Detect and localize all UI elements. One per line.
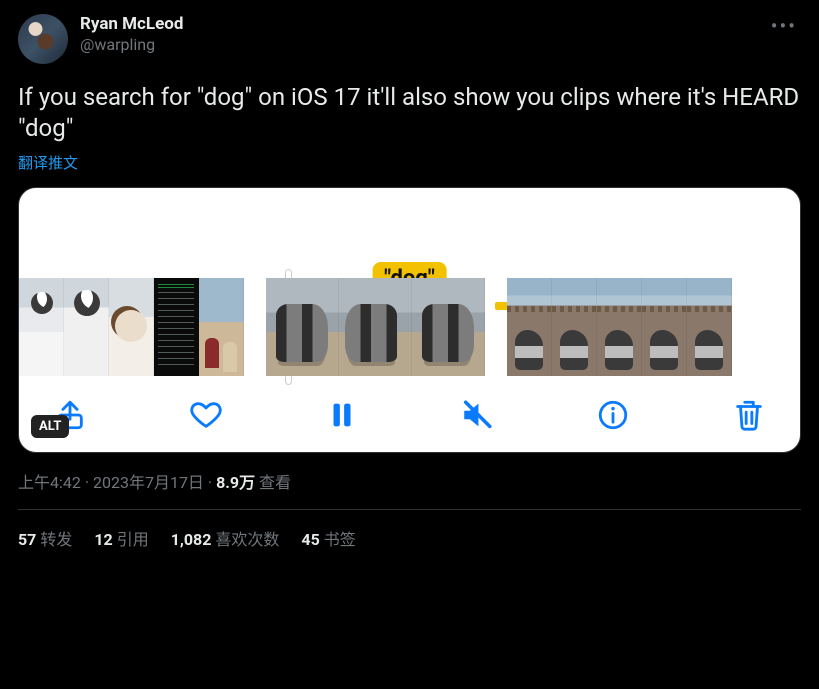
clip-thumbnail[interactable] xyxy=(339,278,412,376)
stat-label: 转发 xyxy=(40,530,72,549)
clip-group-3[interactable] xyxy=(507,278,732,376)
views-count: 8.9万 xyxy=(216,473,255,492)
media-toolbar xyxy=(19,376,800,438)
tweet-stats: 57转发 12 引用 1,082喜欢次数 45 书签 xyxy=(18,510,801,550)
video-timeline[interactable] xyxy=(19,278,800,376)
clip-group-2[interactable] xyxy=(266,278,485,376)
stat-label: 引用 xyxy=(117,530,149,549)
clip-thumbnail[interactable] xyxy=(552,278,597,376)
stat-bookmarks[interactable]: 45 书签 xyxy=(301,526,355,550)
clip-thumbnail[interactable] xyxy=(199,278,244,376)
views-label: 查看 xyxy=(255,473,291,492)
clip-thumbnail[interactable] xyxy=(154,278,199,376)
tweet-meta: 上午4:42 · 2023年7月17日 · 8.9万 查看 xyxy=(18,469,801,510)
clip-thumbnail[interactable] xyxy=(597,278,642,376)
trash-icon[interactable] xyxy=(732,398,766,432)
stat-count: 45 xyxy=(301,530,319,549)
clip-group-1[interactable] xyxy=(19,278,244,376)
clip-thumbnail[interactable] xyxy=(687,278,732,376)
stat-count: 12 xyxy=(94,530,112,549)
clip-thumbnail[interactable] xyxy=(412,278,485,376)
tweet-container: Ryan McLeod @warpling ••• If you search … xyxy=(0,0,819,550)
stat-count: 57 xyxy=(18,530,36,549)
stat-likes[interactable]: 1,082喜欢次数 xyxy=(171,526,280,550)
pause-icon[interactable] xyxy=(325,398,359,432)
meta-date[interactable]: 2023年7月17日 xyxy=(93,473,204,492)
tweet-text: If you search for "dog" on iOS 17 it'll … xyxy=(18,82,801,144)
clip-thumbnail[interactable] xyxy=(64,278,109,376)
author-names[interactable]: Ryan McLeod @warpling xyxy=(80,14,767,54)
clip-thumbnail[interactable] xyxy=(642,278,687,376)
mute-icon[interactable] xyxy=(460,398,494,432)
stat-retweets[interactable]: 57转发 xyxy=(18,526,72,550)
stat-quotes[interactable]: 12 引用 xyxy=(94,526,148,550)
stat-label: 书签 xyxy=(324,530,356,549)
media-card[interactable]: "dog" xyxy=(18,187,801,453)
translate-link[interactable]: 翻译推文 xyxy=(18,152,78,173)
stat-count: 1,082 xyxy=(171,530,212,549)
more-icon[interactable]: ••• xyxy=(767,14,801,38)
meta-sep: · xyxy=(81,473,93,492)
handle: @warpling xyxy=(80,35,767,54)
alt-badge[interactable]: ALT xyxy=(31,415,69,438)
meta-sep: · xyxy=(204,473,216,492)
meta-time[interactable]: 上午4:42 xyxy=(18,473,81,492)
clip-thumbnail[interactable] xyxy=(19,278,64,376)
clip-thumbnail[interactable] xyxy=(266,278,339,376)
avatar[interactable] xyxy=(18,14,68,64)
stat-label: 喜欢次数 xyxy=(215,530,279,549)
tweet-header: Ryan McLeod @warpling ••• xyxy=(18,14,801,64)
info-icon[interactable] xyxy=(596,398,630,432)
clip-thumbnail[interactable] xyxy=(109,278,154,376)
display-name: Ryan McLeod xyxy=(80,14,767,34)
clip-thumbnail[interactable] xyxy=(507,278,552,376)
heart-icon[interactable] xyxy=(189,398,223,432)
